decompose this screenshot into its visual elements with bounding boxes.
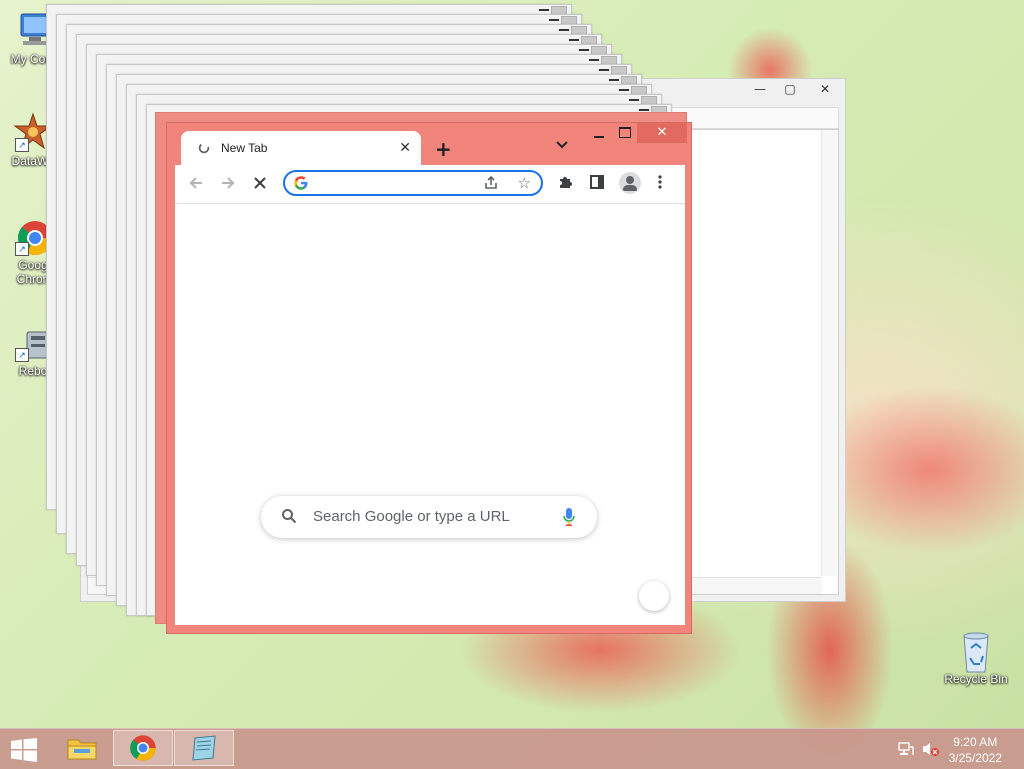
minimize-button[interactable]: — (745, 79, 775, 99)
microphone-icon[interactable] (563, 507, 575, 527)
shortcut-arrow-icon: ↗ (15, 138, 29, 152)
notepad-icon (192, 735, 216, 761)
tab-new-tab[interactable]: New Tab ✕ (181, 131, 421, 165)
clock-date: 3/25/2022 (948, 751, 1002, 765)
desktop-icon-label: Recycle Bin (944, 672, 1008, 686)
new-tab-button[interactable]: + (435, 137, 452, 161)
forward-arrow-icon[interactable] (219, 174, 237, 196)
close-button[interactable]: ✕ (637, 123, 687, 143)
tab-search-chevron-icon[interactable] (555, 139, 569, 153)
tab-title: New Tab (221, 141, 268, 155)
customize-chrome-button[interactable] (639, 581, 669, 611)
tab-strip: New Tab ✕ + ✕ (167, 123, 691, 165)
new-tab-page: Search Google or type a URL (175, 204, 685, 625)
system-clock[interactable]: 9:20 AM 3/25/2022 (949, 734, 1002, 766)
ntp-search-placeholder: Search Google or type a URL (313, 508, 510, 525)
more-menu-icon[interactable] (657, 174, 663, 194)
tab-close-icon[interactable]: ✕ (399, 140, 411, 156)
stop-loading-icon[interactable] (251, 174, 269, 196)
taskbar-file-explorer[interactable] (52, 730, 112, 766)
recycle-bin-icon (956, 630, 996, 673)
back-arrow-icon[interactable] (187, 174, 205, 196)
taskbar-notepad[interactable] (174, 730, 234, 766)
network-icon[interactable] (898, 741, 914, 761)
loading-spinner-icon (198, 142, 210, 154)
browser-toolbar: ☆ (175, 165, 685, 204)
start-button[interactable] (10, 738, 38, 762)
vertical-scrollbar[interactable] (821, 130, 838, 576)
omnibox[interactable]: ☆ (283, 170, 543, 196)
volume-muted-icon[interactable] (922, 741, 940, 761)
extensions-puzzle-icon[interactable] (557, 174, 573, 194)
desktop-icon-recycle-bin[interactable]: Recycle Bin (940, 630, 1012, 686)
taskbar: 9:20 AM 3/25/2022 (0, 728, 1024, 769)
minimize-button[interactable] (592, 129, 606, 143)
profile-avatar-icon[interactable] (619, 172, 641, 194)
chrome-icon (130, 735, 156, 761)
shortcut-arrow-icon: ↗ (15, 348, 29, 362)
search-icon (282, 509, 297, 524)
google-g-icon (294, 176, 308, 190)
close-button[interactable]: ✕ (805, 79, 845, 99)
side-panel-icon[interactable] (589, 174, 605, 194)
bookmark-star-icon[interactable]: ☆ (518, 174, 531, 192)
folder-icon (67, 739, 97, 760)
ntp-search-box[interactable]: Search Google or type a URL (261, 496, 597, 538)
maximize-button[interactable]: ▢ (775, 79, 805, 99)
shortcut-arrow-icon: ↗ (15, 242, 29, 256)
maximize-button[interactable] (619, 127, 631, 138)
share-icon[interactable] (483, 175, 499, 195)
taskbar-google-chrome[interactable] (113, 730, 173, 766)
omnibox-input[interactable] (315, 174, 479, 194)
clock-time: 9:20 AM (953, 735, 998, 749)
windows-logo-icon (11, 738, 37, 762)
chrome-window[interactable]: New Tab ✕ + ✕ ☆ Search Google or type a … (166, 122, 692, 634)
window-controls: — ▢ ✕ (745, 79, 845, 99)
